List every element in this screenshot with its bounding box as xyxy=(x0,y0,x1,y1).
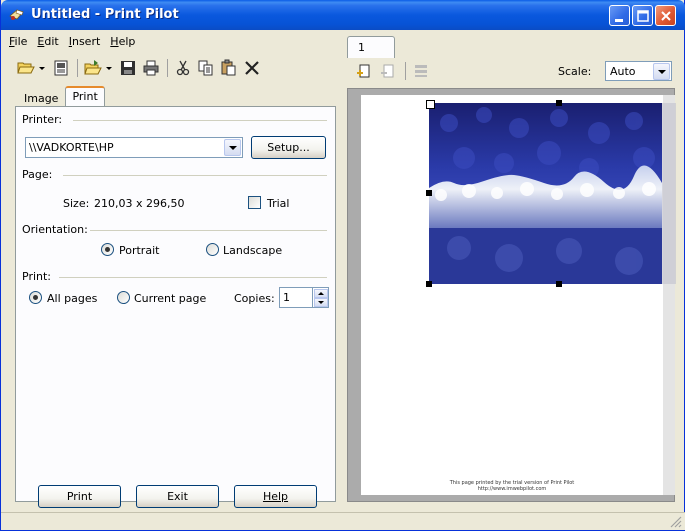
window-title: Untitled - Print Pilot xyxy=(31,7,179,22)
preview-toolbar-separator xyxy=(405,62,406,80)
close-button[interactable] xyxy=(655,5,676,26)
trial-checkbox[interactable] xyxy=(248,196,261,209)
save-button[interactable] xyxy=(117,57,139,79)
orientation-group-label: Orientation: xyxy=(22,223,92,236)
copies-label: Copies: xyxy=(234,292,275,305)
orientation-group-divider xyxy=(90,230,327,231)
layout-button[interactable] xyxy=(410,60,432,82)
scale-select[interactable]: Auto xyxy=(605,61,672,81)
exit-button[interactable]: Exit xyxy=(136,485,219,508)
resize-handle-top-left[interactable] xyxy=(426,100,435,109)
print-group-label: Print: xyxy=(22,270,56,283)
minimize-button[interactable] xyxy=(609,5,630,26)
copies-spinner xyxy=(313,287,329,308)
resize-handle-top[interactable] xyxy=(556,100,562,106)
help-button[interactable]: Help xyxy=(234,485,317,508)
trial-footer-text: This page printed by the trial version o… xyxy=(449,480,575,492)
menu-insert[interactable]: Insert xyxy=(64,32,106,52)
copy-button[interactable] xyxy=(195,57,217,79)
landscape-label: Landscape xyxy=(223,244,283,257)
copy-icon xyxy=(198,60,213,76)
toolbar-separator xyxy=(167,59,168,77)
import-icon xyxy=(84,60,102,75)
print-pilot-app-icon xyxy=(8,7,25,23)
maximize-button[interactable] xyxy=(632,5,653,26)
printer-group-label: Printer: xyxy=(22,113,67,126)
status-bar xyxy=(1,512,685,530)
cut-icon xyxy=(176,60,190,76)
portrait-radio[interactable] xyxy=(101,243,114,256)
menu-file[interactable]: File xyxy=(4,32,32,52)
main-window: Untitled - Print Pilot File Edit Insert … xyxy=(0,0,685,531)
scale-label: Scale: xyxy=(558,65,592,78)
resize-handle-bottom[interactable] xyxy=(556,281,562,287)
paste-button[interactable] xyxy=(218,57,240,79)
landscape-radio[interactable] xyxy=(206,243,219,256)
tab-print[interactable]: Print xyxy=(65,86,105,107)
print-icon xyxy=(143,60,159,76)
scale-value: Auto xyxy=(610,65,636,78)
all-pages-label: All pages xyxy=(47,292,98,305)
scale-dropdown-arrow[interactable] xyxy=(653,63,670,80)
title-bar[interactable]: Untitled - Print Pilot xyxy=(1,0,685,30)
current-page-radio[interactable] xyxy=(117,291,130,304)
add-page-icon xyxy=(357,64,370,78)
copies-input[interactable]: 1 xyxy=(279,287,313,308)
copies-value: 1 xyxy=(283,291,290,304)
printer-dropdown-arrow[interactable] xyxy=(224,139,241,156)
menu-bar: File Edit Insert Help xyxy=(4,32,140,52)
remove-page-icon xyxy=(381,64,394,78)
paste-icon xyxy=(221,59,236,76)
photo-overflow-region xyxy=(662,103,676,284)
copies-decrement-button[interactable] xyxy=(314,298,328,307)
menu-help[interactable]: Help xyxy=(105,32,140,52)
save-icon xyxy=(121,61,135,75)
preview-toolbar xyxy=(353,60,434,82)
page-tab-1[interactable]: 1 xyxy=(347,36,395,58)
page-group-divider xyxy=(63,175,327,176)
setup-button[interactable]: Setup... xyxy=(251,136,326,159)
all-pages-radio[interactable] xyxy=(29,291,42,304)
winter-forest-photo[interactable] xyxy=(429,103,662,284)
print-button-toolbar[interactable] xyxy=(140,57,162,79)
page-setup-button[interactable] xyxy=(50,57,72,79)
print-group-divider xyxy=(59,277,327,278)
portrait-label: Portrait xyxy=(119,244,160,257)
printer-group-divider xyxy=(73,120,327,121)
layout-icon xyxy=(415,65,427,77)
copies-increment-button[interactable] xyxy=(314,289,328,298)
toolbar-separator xyxy=(77,59,78,77)
import-button[interactable] xyxy=(82,57,104,79)
print-button[interactable]: Print xyxy=(38,485,121,508)
trial-label: Trial xyxy=(267,197,290,210)
printer-select-value: \\VADKORTE\HP xyxy=(29,141,114,154)
delete-button[interactable] xyxy=(241,57,263,79)
size-value: 210,03 x 296,50 xyxy=(94,197,185,210)
resize-handle-bottom-left[interactable] xyxy=(426,281,432,287)
page-setup-icon xyxy=(54,60,68,76)
cut-button[interactable] xyxy=(172,57,194,79)
resize-handle-left[interactable] xyxy=(426,190,432,196)
menu-edit[interactable]: Edit xyxy=(32,32,63,52)
current-page-label: Current page xyxy=(134,292,207,305)
import-dropdown-arrow[interactable] xyxy=(105,57,113,79)
resize-grip-icon xyxy=(670,516,682,528)
size-label: Size: xyxy=(63,197,90,210)
open-folder-icon xyxy=(17,62,35,74)
delete-icon xyxy=(245,61,259,75)
left-tab-strip: Image Print xyxy=(17,86,105,107)
open-button[interactable] xyxy=(15,57,37,79)
printer-select[interactable]: \\VADKORTE\HP xyxy=(25,137,243,158)
remove-page-button[interactable] xyxy=(377,60,399,82)
main-toolbar xyxy=(15,57,264,79)
open-dropdown-arrow[interactable] xyxy=(38,57,46,79)
page-group-label: Page: xyxy=(22,168,57,181)
tab-image[interactable]: Image xyxy=(17,89,65,107)
add-page-button[interactable] xyxy=(353,60,375,82)
